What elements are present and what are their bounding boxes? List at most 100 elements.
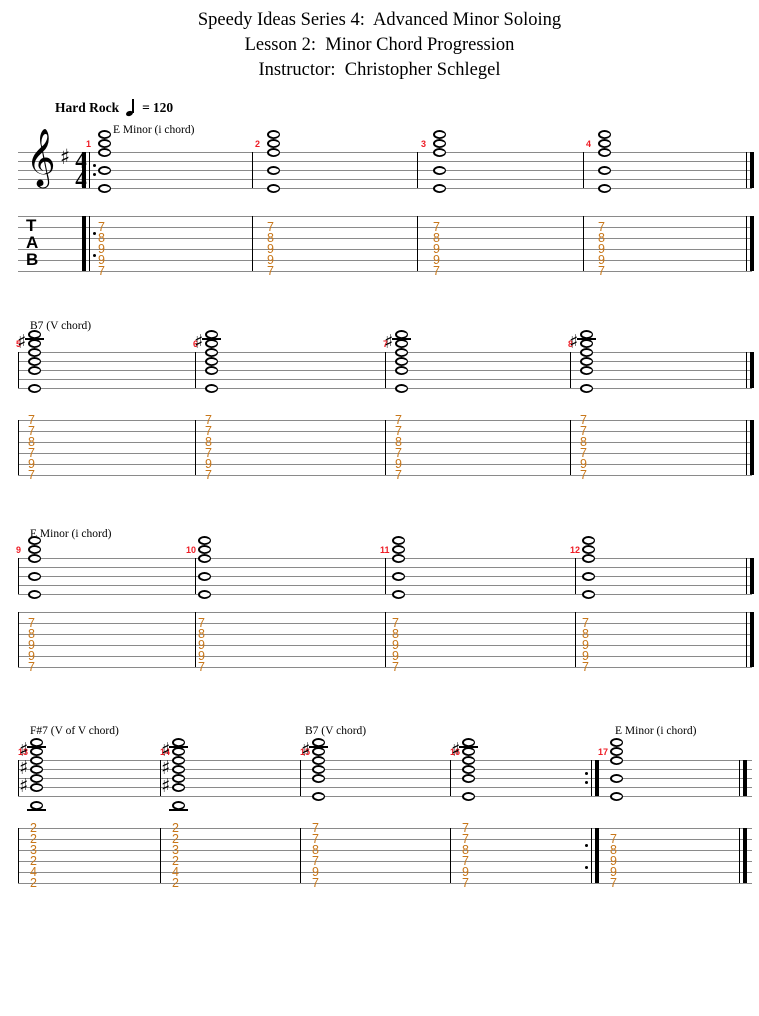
staff-line [18,152,752,153]
note-head [580,329,593,339]
accidental-sharp-icon: ♯ [569,331,579,353]
final-barline [743,828,747,883]
final-barline [750,152,754,188]
tempo-marking: Hard Rock = 120 [55,99,173,118]
note-head [98,138,111,148]
final-barline [750,612,754,667]
tab-staff-line [18,227,752,228]
note-head [582,589,595,599]
note-head [267,165,280,175]
barline [385,420,387,475]
tab-number: 7 [205,468,212,482]
note-head [30,782,43,792]
tab-number: 7 [28,468,35,482]
note-head [267,138,280,148]
barline [18,612,20,667]
note-head [433,183,446,193]
final-barline [750,352,754,388]
tab-number: 7 [582,660,589,674]
note-head [30,755,43,765]
tempo-style-label: Hard Rock [55,99,120,115]
note-head [312,791,325,801]
note-head [598,165,611,175]
barline [570,352,572,388]
note-head [98,147,111,157]
note-head [580,365,593,375]
note-head [395,347,408,357]
note-head [312,737,325,747]
barline [450,760,452,796]
barline [385,612,387,667]
barline [575,612,577,667]
final-barline [750,420,754,475]
note-head [433,129,446,139]
chord-label: E Minor (i chord) [113,124,195,136]
barline [300,828,302,883]
accidental-sharp-icon: ♯ [301,739,311,761]
tab-staff-line [18,216,752,217]
tab-number: 7 [395,468,402,482]
accidental-sharp-icon: ♯ [384,331,394,353]
staff-line [18,778,752,779]
note-head [462,746,475,756]
barline [583,152,585,188]
note-head [205,329,218,339]
tab-number: 7 [392,660,399,674]
barline [252,216,254,271]
time-signature-bottom: 4 [75,167,87,192]
chord-label: B7 (V chord) [305,725,367,737]
title-line-1: Speedy Ideas Series 4: Advanced Minor So… [197,10,562,30]
note-head [610,791,623,801]
measure-number: 12 [570,545,581,555]
note-head [462,773,475,783]
note-head [267,147,280,157]
tab-staff-line [18,861,752,862]
measure-number: 9 [16,545,22,555]
chord-label: F#7 (V of V chord) [30,725,119,737]
note-head [462,791,475,801]
staff-line [18,760,752,761]
title-line-3: Instructor: Christopher Schlegel [258,60,501,80]
note-head [205,356,218,366]
key-signature-sharp-icon: ♯ [60,145,71,169]
note-head [395,329,408,339]
note-head [598,147,611,157]
note-head [28,571,41,581]
note-head [198,535,211,545]
note-head [395,338,408,348]
start-repeat-barline [82,152,86,188]
barline [746,352,748,388]
note-head [462,764,475,774]
repeat-dot [585,781,589,785]
note-head [98,165,111,175]
chord-label: E Minor (i chord) [615,725,697,737]
note-head [395,383,408,393]
note-head [28,553,41,563]
staff-line [18,594,752,595]
note-head [433,147,446,157]
measure-number: 10 [186,545,197,555]
start-repeat-barline [89,216,91,271]
barline [583,216,585,271]
tab-number: 7 [598,264,605,278]
measure-number: 1 [86,139,92,149]
measure-number: 3 [421,139,427,149]
tab-staff-line [18,850,752,851]
note-head [580,356,593,366]
barline [385,352,387,388]
note-head [312,746,325,756]
note-head [198,544,211,554]
note-head [433,138,446,148]
treble-clef-icon: 𝄞 [26,128,56,186]
tab-clef-letter: T [26,216,37,235]
note-head [312,764,325,774]
note-head [172,782,185,792]
note-head [172,800,185,810]
note-head [267,183,280,193]
note-head [580,347,593,357]
measure-number: 4 [586,139,592,149]
tab-number: 7 [198,660,205,674]
note-head [598,129,611,139]
accidental-sharp-icon: ♯ [19,775,29,797]
quarter-note-icon [125,99,137,118]
